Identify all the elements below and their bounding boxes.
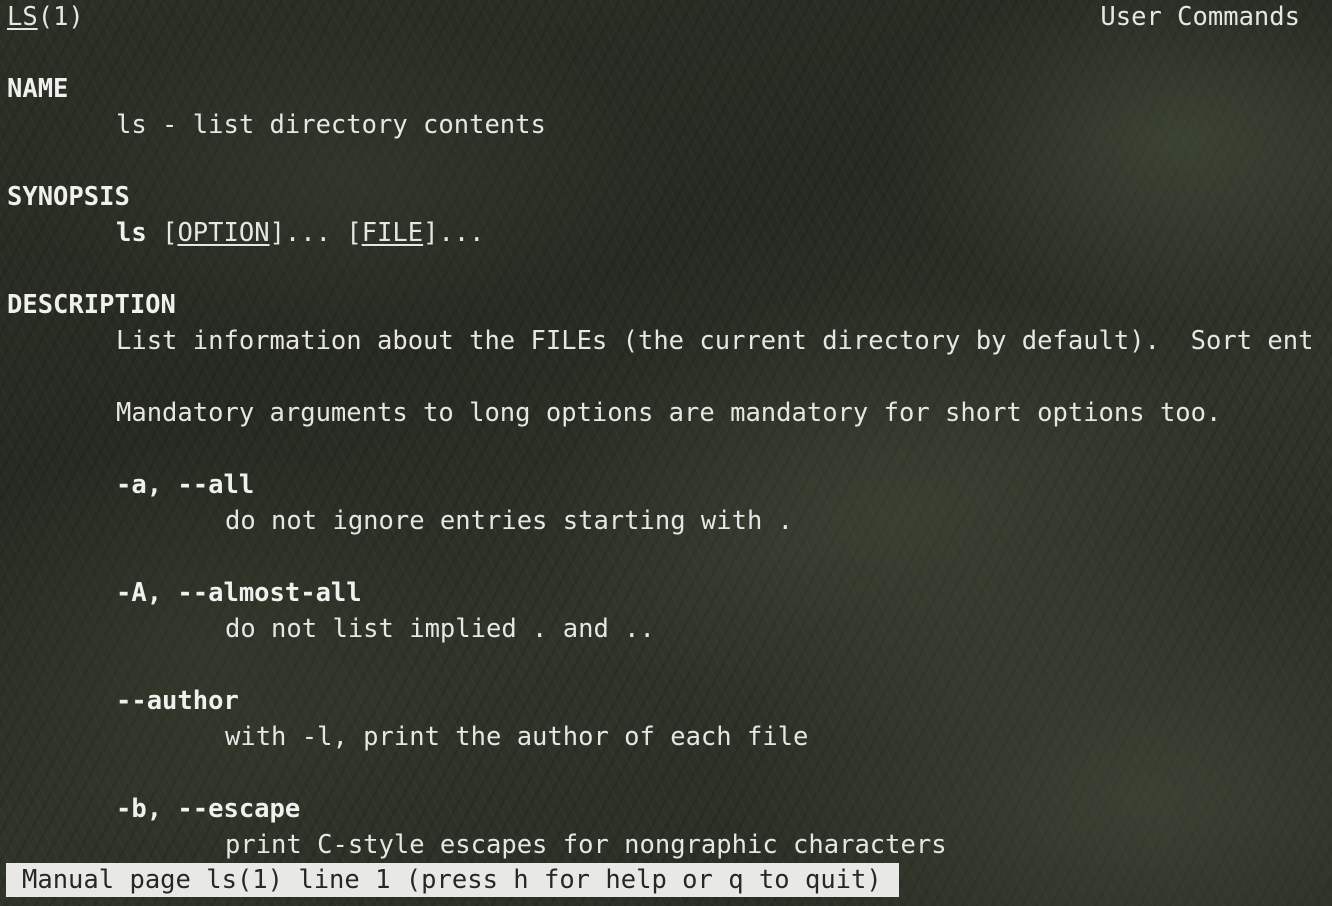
man-page-name: LS xyxy=(7,2,38,32)
description-line-1: List information about the FILEs (the cu… xyxy=(116,326,1314,356)
option-description: do not ignore entries starting with . xyxy=(225,506,794,536)
synopsis-arg-file: FILE xyxy=(361,218,424,248)
man-page-section: (1) xyxy=(37,2,84,32)
option-description: do not list implied . and .. xyxy=(225,614,655,644)
description-line-2: Mandatory arguments to long options are … xyxy=(116,398,1222,428)
option-flag: --author xyxy=(116,686,239,716)
option-description: print C-style escapes for nongraphic cha… xyxy=(225,830,947,860)
option-flag: -b, --escape xyxy=(116,794,301,824)
option-flag: -a, --all xyxy=(116,470,255,500)
section-heading-synopsis: SYNOPSIS xyxy=(7,182,130,212)
synopsis-bracket-open: [ xyxy=(146,218,178,248)
synopsis-trailing: ]... xyxy=(423,218,485,248)
option-flag: -A, --almost-all xyxy=(116,578,362,608)
pager-status-bar: Manual page ls(1) line 1 (press h for he… xyxy=(6,863,899,897)
section-heading-name: NAME xyxy=(7,74,69,104)
man-header-left: LS(1) xyxy=(7,2,84,32)
synopsis-command: ls xyxy=(116,218,147,248)
synopsis-arg-option: OPTION xyxy=(177,218,270,248)
option-description: with -l, print the author of each file xyxy=(225,722,809,752)
synopsis-line: ls [OPTION]... [FILE]... xyxy=(116,218,485,248)
terminal-window[interactable]: LS(1) User Commands NAME ls - list direc… xyxy=(0,0,1332,906)
man-header-right: User Commands xyxy=(1100,2,1300,32)
synopsis-between-args: ]... [ xyxy=(269,218,362,248)
section-heading-description: DESCRIPTION xyxy=(7,290,176,320)
name-description: ls - list directory contents xyxy=(116,110,546,140)
